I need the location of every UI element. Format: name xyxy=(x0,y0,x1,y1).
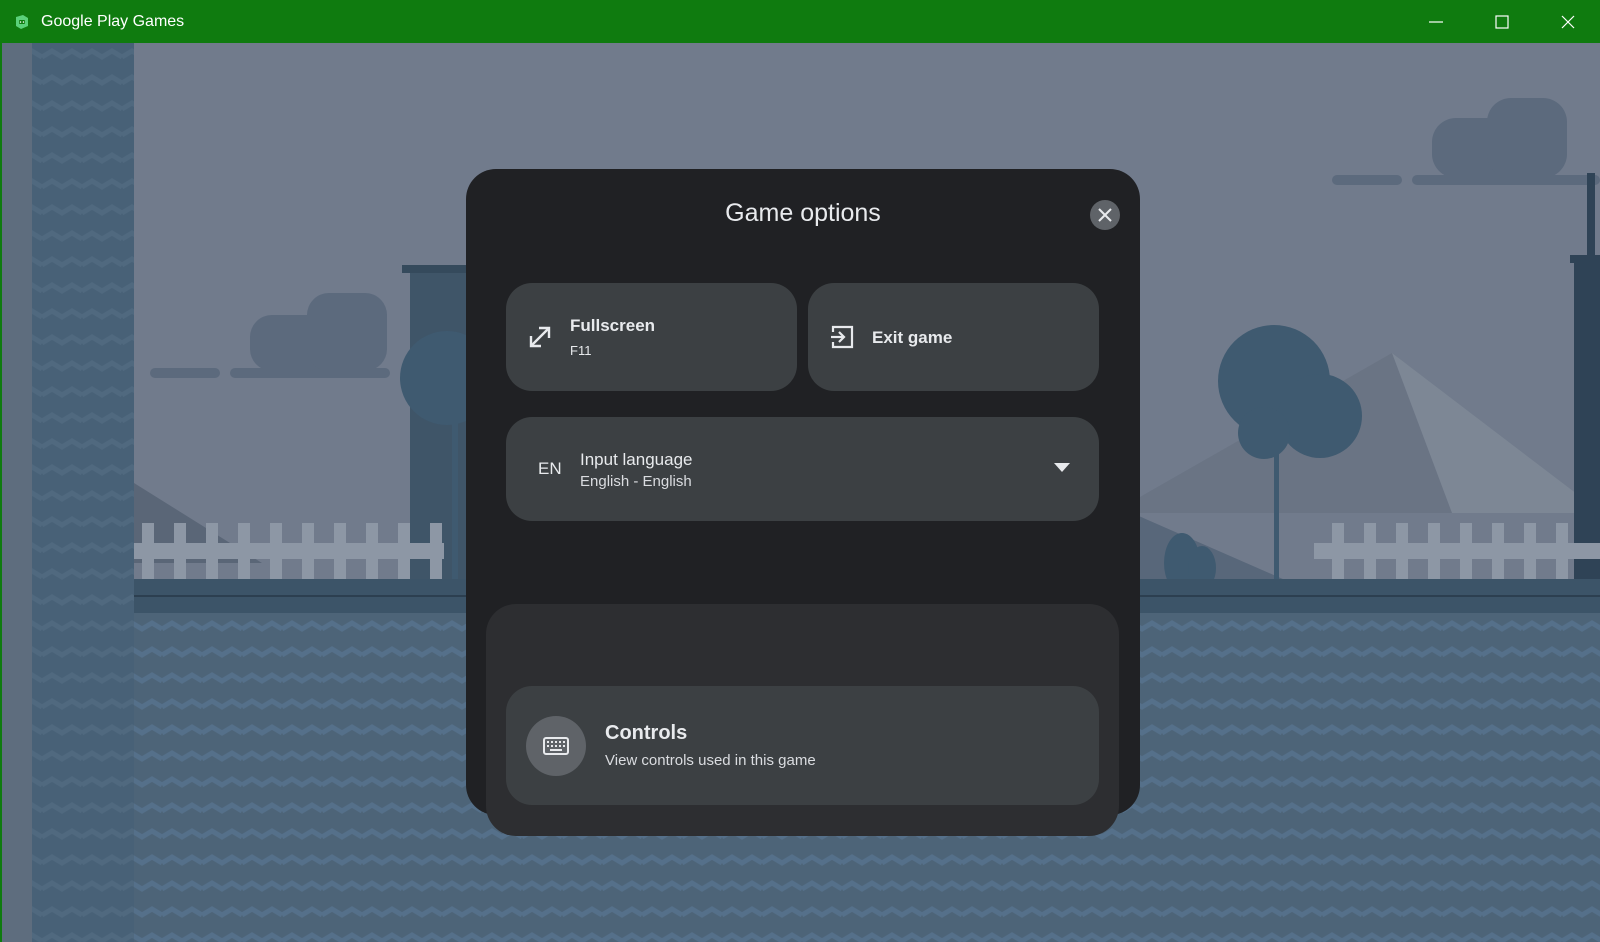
dropdown-caret-icon xyxy=(1054,463,1070,472)
controls-description: View controls used in this game xyxy=(605,752,816,769)
maximize-button[interactable] xyxy=(1469,1,1535,43)
maximize-icon xyxy=(1495,15,1509,29)
input-language-value: English - English xyxy=(580,473,692,490)
fullscreen-label: Fullscreen xyxy=(570,316,656,335)
input-language-dropdown[interactable]: EN Input language English - English xyxy=(506,417,1099,521)
exit-icon xyxy=(831,325,854,349)
dialog-close-button[interactable] xyxy=(1090,200,1120,230)
controls-icon-badge xyxy=(526,716,586,776)
close-icon xyxy=(1098,208,1112,222)
game-viewport[interactable]: Game options Fullscreen F11 Exit game EN… xyxy=(2,43,1600,942)
keyboard-icon xyxy=(543,737,569,755)
title-bar[interactable]: Google Play Games xyxy=(1,1,1600,43)
dialog-title: Game options xyxy=(725,199,881,227)
fullscreen-button[interactable]: Fullscreen F11 xyxy=(506,283,797,391)
language-code: EN xyxy=(538,459,562,478)
minimize-button[interactable] xyxy=(1403,1,1469,43)
exit-game-button[interactable]: Exit game xyxy=(808,283,1099,391)
exit-game-label: Exit game xyxy=(872,328,953,347)
controls-button[interactable]: Controls View controls used in this game xyxy=(506,686,1099,805)
game-options-dialog: Game options Fullscreen F11 Exit game EN… xyxy=(466,169,1140,836)
fullscreen-shortcut: F11 xyxy=(570,343,592,358)
minimize-icon xyxy=(1429,21,1443,23)
controls-label: Controls xyxy=(605,722,688,744)
expand-arrows-icon xyxy=(529,326,551,348)
controls-section: Controls View controls used in this game xyxy=(486,604,1119,836)
close-window-button[interactable] xyxy=(1535,1,1600,43)
app-window: Google Play Games Game options Fullscree… xyxy=(0,0,1600,942)
google-play-games-logo-icon xyxy=(16,15,28,29)
close-icon xyxy=(1561,15,1575,29)
window-title: Google Play Games xyxy=(41,13,185,30)
input-language-label: Input language xyxy=(580,450,693,469)
